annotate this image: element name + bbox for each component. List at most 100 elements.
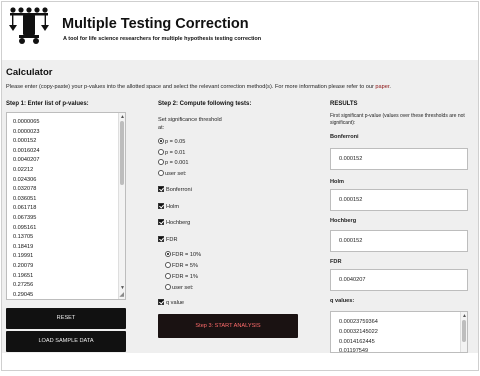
option-label: FDR = 1%	[172, 274, 198, 280]
fdr-option[interactable]: user set:	[165, 284, 193, 291]
test-option-bonferroni[interactable]: Bonferroni	[158, 186, 192, 193]
qvalue-label: q value	[166, 300, 185, 306]
qvalues-textarea[interactable]: 0.00023759364 0.00032145022 0.0014162445 0.…	[330, 311, 468, 353]
pvalue-line: 0.0000023	[13, 128, 40, 135]
holm-result-field[interactable]: 0.000152	[330, 189, 468, 211]
pvalue-line: 0.27256	[13, 282, 34, 289]
fdr-result-label: FDR	[330, 259, 342, 265]
option-label: FDR = 10%	[172, 252, 202, 258]
checkbox[interactable]	[158, 203, 164, 209]
intro-sentence: Please enter (copy-paste) your p-values …	[6, 84, 374, 90]
test-option-hochberg[interactable]: Hochberg	[158, 219, 190, 226]
holm-result-label: Holm	[330, 179, 344, 185]
qvalue-line: 0.0014162445	[339, 338, 375, 345]
pvalue-line: 0.095161	[13, 224, 37, 231]
threshold-label-at: at:	[158, 125, 165, 131]
qvalue-line: 0.00032145022	[339, 328, 378, 335]
pvalue-line: 0.061718	[13, 205, 37, 212]
checkbox[interactable]	[158, 186, 164, 192]
pvalue-line: 0.29045	[13, 291, 34, 298]
radio-button[interactable]	[158, 159, 164, 165]
calculator-title: Calculator	[6, 67, 53, 78]
scroll-thumb[interactable]	[120, 121, 124, 185]
option-label: user set:	[165, 170, 187, 177]
threshold-option[interactable]: p = 0.001	[158, 159, 188, 166]
threshold-option[interactable]: p = 0.05	[158, 138, 185, 145]
intro-text: Please enter (copy-paste) your p-values …	[6, 84, 391, 90]
bonferroni-result-field[interactable]: 0.000152	[330, 148, 468, 170]
pvalue-line: 0.0000065	[13, 119, 40, 125]
app-subtitle: A tool for life science researchers for …	[63, 36, 262, 42]
option-label: Hochberg	[166, 220, 191, 226]
paper-link[interactable]: paper	[375, 84, 389, 90]
test-option-holm[interactable]: Holm	[158, 203, 179, 210]
start-analysis-button[interactable]: Step 3: START ANALYSIS	[158, 314, 298, 338]
option-label: Holm	[166, 204, 180, 210]
load-sample-data-button[interactable]: LOAD SAMPLE DATA	[6, 331, 126, 352]
option-label: p = 0.05	[165, 139, 186, 145]
pvalue-line: 0.20079	[13, 262, 34, 269]
option-label: p = 0.01	[165, 149, 186, 156]
pvalue-line: 0.0040207	[13, 157, 40, 164]
pvalues-scrollbar[interactable]: ▲ ▼	[118, 113, 125, 299]
qvalues-result-label: q values:	[330, 298, 355, 304]
fdr-option[interactable]: FDR = 10%	[165, 251, 201, 258]
checkbox[interactable]	[158, 219, 164, 225]
radio-button[interactable]	[165, 251, 171, 257]
pvalue-line: 0.032078	[13, 186, 37, 193]
qvalues-list: 0.00023759364 0.00032145022 0.0014162445 0.…	[339, 318, 378, 353]
results-note-cont: significant):	[330, 120, 356, 126]
scroll-up-icon[interactable]: ▲	[462, 313, 467, 319]
option-label: FDR	[166, 237, 178, 243]
resize-grip-icon[interactable]: ◢	[119, 291, 124, 298]
hochberg-result-label: Hochberg	[330, 218, 357, 224]
step2-heading: Step 2: Compute following tests:	[158, 101, 252, 107]
radio-button[interactable]	[165, 262, 171, 268]
threshold-option[interactable]: user set:	[158, 169, 187, 177]
qvalue-checkbox[interactable]	[158, 299, 164, 305]
fdr-option[interactable]: FDR = 1%	[165, 273, 198, 280]
qvalues-scrollbar[interactable]: ▲	[460, 312, 467, 352]
threshold-option[interactable]: p = 0.01	[158, 148, 186, 156]
radio-button[interactable]	[158, 138, 164, 144]
fdr-option[interactable]: FDR = 5%	[165, 262, 198, 269]
option-label: Bonferroni	[166, 187, 192, 193]
app-title: Multiple Testing Correction	[62, 16, 249, 32]
radio-button[interactable]	[158, 169, 164, 176]
pvalue-line: 0.19991	[13, 253, 34, 260]
radio-button[interactable]	[165, 273, 171, 279]
pvalue-line: 0.0016024	[13, 147, 40, 154]
threshold-label: Set significance threshold	[158, 117, 222, 123]
qvalue-line: 0.01197549	[339, 348, 369, 353]
pvalue-line: 0.02212	[13, 166, 34, 173]
scales-logo-icon	[9, 7, 49, 44]
results-note: First significant p-value (values over t…	[330, 113, 465, 119]
pvalue-line: 0.000152	[13, 138, 37, 145]
pvalue-line: 0.067395	[13, 214, 37, 221]
qvalue-option[interactable]: q value	[158, 299, 184, 306]
hochberg-result-field[interactable]: 0.000152	[330, 230, 468, 252]
radio-button[interactable]	[158, 148, 164, 155]
pvalue-line: 0.024306	[13, 176, 37, 183]
step1-heading: Step 1: Enter list of p-values:	[6, 101, 89, 107]
qvalue-line: 0.00023759364	[339, 319, 378, 325]
pvalue-line: 0.13705	[13, 234, 34, 241]
scroll-thumb[interactable]	[462, 320, 466, 342]
pvalue-line: 0.036051	[13, 195, 37, 202]
pvalues-list: 0.0000065 0.0000023 0.000152 0.0016024 0.004…	[13, 118, 40, 299]
option-label: p = 0.001	[165, 160, 189, 166]
scroll-up-icon[interactable]: ▲	[120, 114, 125, 120]
bonferroni-result-label: Bonferroni	[330, 134, 359, 140]
pvalue-line: 0.18419	[13, 243, 34, 250]
checkbox[interactable]	[158, 236, 164, 242]
pvalues-textarea[interactable]: 0.0000065 0.0000023 0.000152 0.0016024 0.004…	[6, 112, 126, 300]
radio-button[interactable]	[165, 284, 171, 290]
option-label: user set:	[172, 285, 194, 291]
fdr-result-field[interactable]: 0.0040207	[330, 269, 468, 291]
pvalue-line: 0.19651	[13, 272, 34, 279]
option-label: FDR = 5%	[172, 263, 198, 269]
reset-button[interactable]: RESET	[6, 308, 126, 329]
results-heading: RESULTS	[330, 101, 358, 107]
test-option-fdr[interactable]: FDR	[158, 236, 178, 243]
header: Multiple Testing Correction A tool for l…	[2, 2, 478, 60]
